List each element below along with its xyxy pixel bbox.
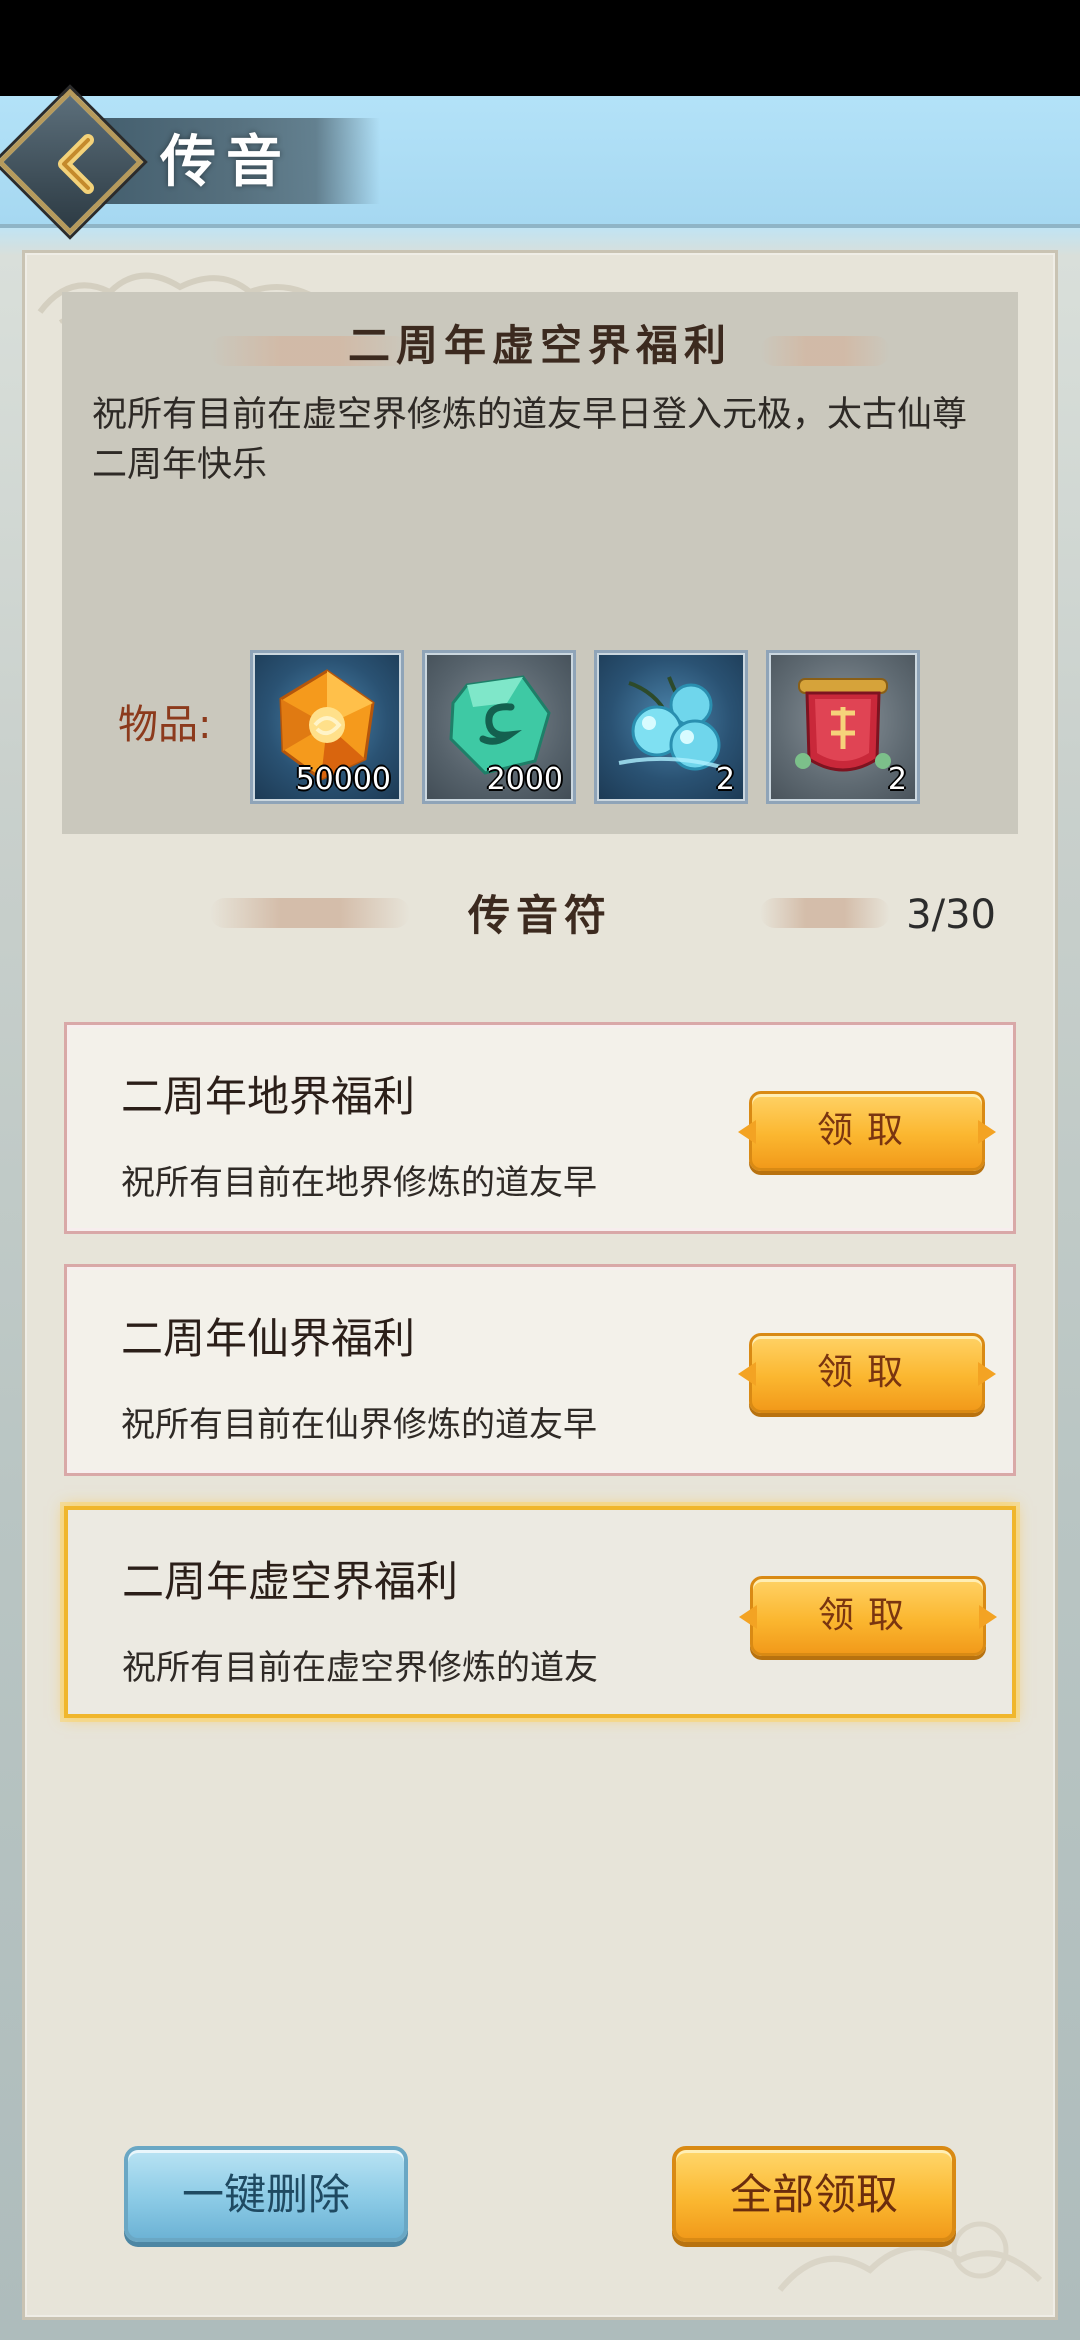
reward-item-slot[interactable]: 50000	[250, 650, 404, 804]
reward-item-slot[interactable]: 2	[594, 650, 748, 804]
detail-body: 祝所有目前在虚空界修炼的道友早日登入元极，太古仙尊二周年快乐	[92, 395, 968, 485]
message-preview: 祝所有目前在虚空界修炼的道友	[122, 1648, 598, 1688]
items-label: 物品:	[118, 702, 212, 748]
message-title: 二周年地界福利	[121, 1072, 416, 1121]
claim-button[interactable]: 领取	[750, 1576, 986, 1656]
message-card[interactable]: 二周年仙界福利 祝所有目前在仙界修炼的道友早 领取	[64, 1264, 1016, 1476]
claim-all-button[interactable]: 全部领取	[672, 2146, 956, 2242]
item-count: 2	[887, 762, 907, 797]
blue-fruit-icon	[618, 676, 722, 771]
message-card[interactable]: 二周年地界福利 祝所有目前在地界修炼的道友早 领取	[64, 1022, 1016, 1234]
status-bar	[0, 0, 1080, 96]
detail-title: 二周年虚空界福利	[347, 321, 732, 370]
message-preview: 祝所有目前在地界修炼的道友早	[121, 1163, 597, 1203]
message-title: 二周年虚空界福利	[122, 1557, 459, 1606]
page-title: 传音	[160, 129, 292, 195]
claim-button[interactable]: 领取	[749, 1333, 985, 1413]
message-count: 3/30	[906, 892, 996, 938]
message-title: 二周年仙界福利	[121, 1314, 416, 1363]
message-preview: 祝所有目前在仙界修炼的道友早	[121, 1405, 597, 1445]
item-count: 2000	[486, 762, 563, 797]
message-card-selected[interactable]: 二周年虚空界福利 祝所有目前在虚空界修炼的道友 领取	[64, 1506, 1016, 1718]
chevron-left-icon[interactable]	[40, 124, 120, 204]
item-count: 2	[715, 762, 735, 797]
delete-all-button[interactable]: 一键删除	[124, 2146, 408, 2242]
reward-item-slot[interactable]: 2	[766, 650, 920, 804]
red-scroll-icon	[795, 678, 891, 772]
reward-item-slot[interactable]: 2000	[422, 650, 576, 804]
claim-button[interactable]: 领取	[749, 1091, 985, 1171]
item-count: 50000	[295, 762, 391, 797]
